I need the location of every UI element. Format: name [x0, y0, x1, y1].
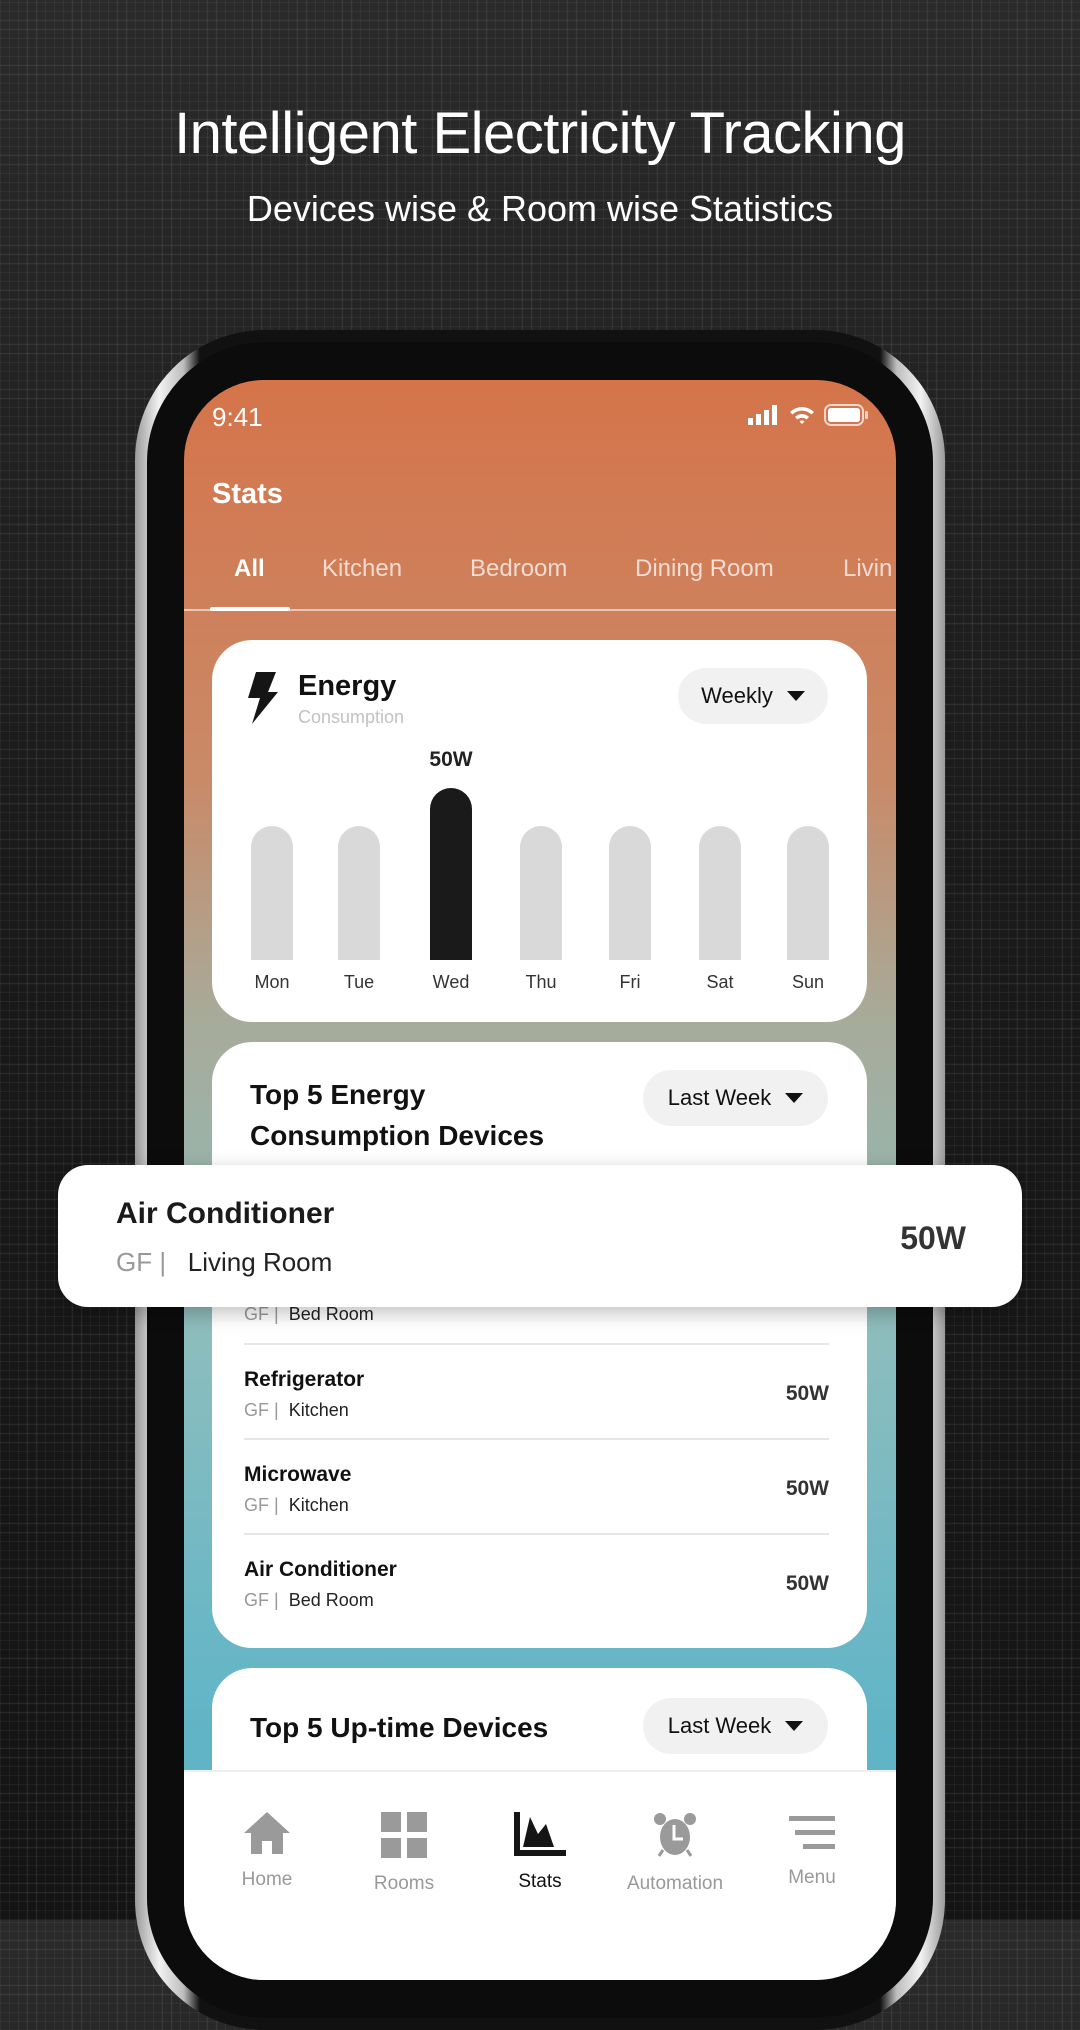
- nav-label: Home: [241, 1869, 293, 1890]
- nav-automation[interactable]: Automation: [610, 1812, 740, 1895]
- wifi-icon: [790, 407, 814, 424]
- bar-sat[interactable]: [699, 825, 741, 960]
- bottom-nav: Home Rooms Stats Automation Menu: [184, 1770, 896, 1980]
- row-4-name: Air Conditioner: [244, 1558, 397, 1581]
- day-label: Thu: [525, 972, 557, 992]
- day-label: Mon: [254, 972, 290, 992]
- energy-title: Energy: [298, 670, 397, 702]
- row-3-name: Microwave: [244, 1463, 352, 1486]
- title-line-1: Top 5 Energy: [250, 1079, 426, 1110]
- area-chart-icon: [514, 1812, 566, 1856]
- bar-thu[interactable]: [520, 825, 562, 960]
- tab-dining-room[interactable]: Dining Room: [635, 555, 774, 583]
- status-icons: [748, 404, 868, 426]
- top-energy-card: Top 5 Energy Consumption Devices Last Wee…: [212, 1042, 867, 1648]
- period-value: Last Week: [667, 1085, 772, 1110]
- bar-value-label: 50W: [429, 748, 473, 771]
- row-2-value: 50W: [785, 1382, 829, 1405]
- divider: [244, 1343, 829, 1345]
- nav-label: Rooms: [373, 1873, 435, 1894]
- tab-living-room[interactable]: Livin: [843, 555, 892, 583]
- row-1-sub: GF | Bed Room: [244, 1304, 374, 1324]
- battery-icon: [824, 404, 868, 426]
- top-energy-title: Top 5 Energy Consumption Devices: [250, 1074, 544, 1156]
- day-label: Sat: [706, 972, 734, 992]
- row-4-value: 50W: [785, 1572, 829, 1595]
- featured-device-card[interactable]: Air Conditioner GF | Living Room 50W: [58, 1165, 1022, 1307]
- page-title: Stats: [212, 478, 283, 510]
- nav-home[interactable]: Home: [202, 1812, 332, 1891]
- tab-bedroom[interactable]: Bedroom: [470, 555, 567, 583]
- title-line-2: Consumption Devices: [250, 1120, 545, 1151]
- signal-icon: [748, 405, 777, 425]
- hero-subtitle: Devices wise & Room wise Statistics: [246, 188, 834, 229]
- bar-fri[interactable]: [609, 825, 651, 960]
- featured-device-name: Air Conditioner: [116, 1197, 335, 1230]
- row-4-sub: GF | Bed Room: [244, 1590, 374, 1610]
- energy-subtitle: Consumption: [298, 707, 405, 727]
- period-value: Last Week: [667, 1713, 772, 1738]
- bar-wed[interactable]: [430, 788, 472, 960]
- divider: [244, 1438, 829, 1440]
- active-tab-indicator: [210, 607, 290, 611]
- bar-mon[interactable]: [251, 825, 293, 960]
- nav-label: Menu: [788, 1867, 836, 1888]
- nav-menu[interactable]: Menu: [747, 1812, 877, 1889]
- caret-down-icon: [785, 1721, 804, 1731]
- nav-label: Stats: [518, 1871, 562, 1892]
- nav-rooms[interactable]: Rooms: [339, 1812, 469, 1895]
- bar-sun[interactable]: [787, 825, 829, 960]
- period-value: Weekly: [701, 683, 773, 708]
- day-label: Sun: [791, 972, 825, 992]
- lightning-bolt-icon: [248, 672, 278, 724]
- row-2-sub: GF | Kitchen: [244, 1400, 349, 1420]
- nav-label: Automation: [626, 1873, 724, 1894]
- tab-kitchen[interactable]: Kitchen: [322, 555, 402, 583]
- alarm-clock-icon: [654, 1813, 696, 1857]
- menu-icon: [789, 1816, 835, 1849]
- top-uptime-title: Top 5 Up-time Devices: [250, 1712, 549, 1743]
- day-label: Fri: [619, 972, 641, 992]
- row-3-value: 50W: [785, 1477, 829, 1500]
- room-tabs: All Kitchen Bedroom Dining Room Livin: [184, 555, 896, 591]
- grid-icon: [381, 1812, 427, 1858]
- tab-divider: [184, 609, 896, 611]
- nav-stats[interactable]: Stats: [475, 1812, 605, 1893]
- caret-down-icon: [786, 691, 805, 701]
- status-time: 9:41: [212, 402, 263, 432]
- top-energy-period-dropdown[interactable]: Last Week: [643, 1070, 828, 1126]
- caret-down-icon: [785, 1093, 804, 1103]
- bar-tue[interactable]: [338, 825, 380, 960]
- period-dropdown[interactable]: Weekly: [678, 668, 828, 724]
- energy-card: Energy Consumption Weekly Mon Tue Wed 50W Th…: [212, 640, 867, 1022]
- row-2-name: Refrigerator: [244, 1368, 365, 1391]
- featured-device-location: GF | Living Room: [116, 1247, 333, 1277]
- hero-title: Intelligent Electricity Tracking: [174, 101, 906, 166]
- row-3-sub: GF | Kitchen: [244, 1495, 349, 1515]
- top-uptime-period-dropdown[interactable]: Last Week: [643, 1698, 828, 1754]
- tab-all[interactable]: All: [234, 555, 265, 583]
- divider: [244, 1533, 829, 1535]
- day-label: Tue: [343, 972, 375, 992]
- featured-device-value: 50W: [900, 1220, 966, 1256]
- day-label: Wed: [432, 972, 470, 992]
- home-icon: [244, 1812, 290, 1854]
